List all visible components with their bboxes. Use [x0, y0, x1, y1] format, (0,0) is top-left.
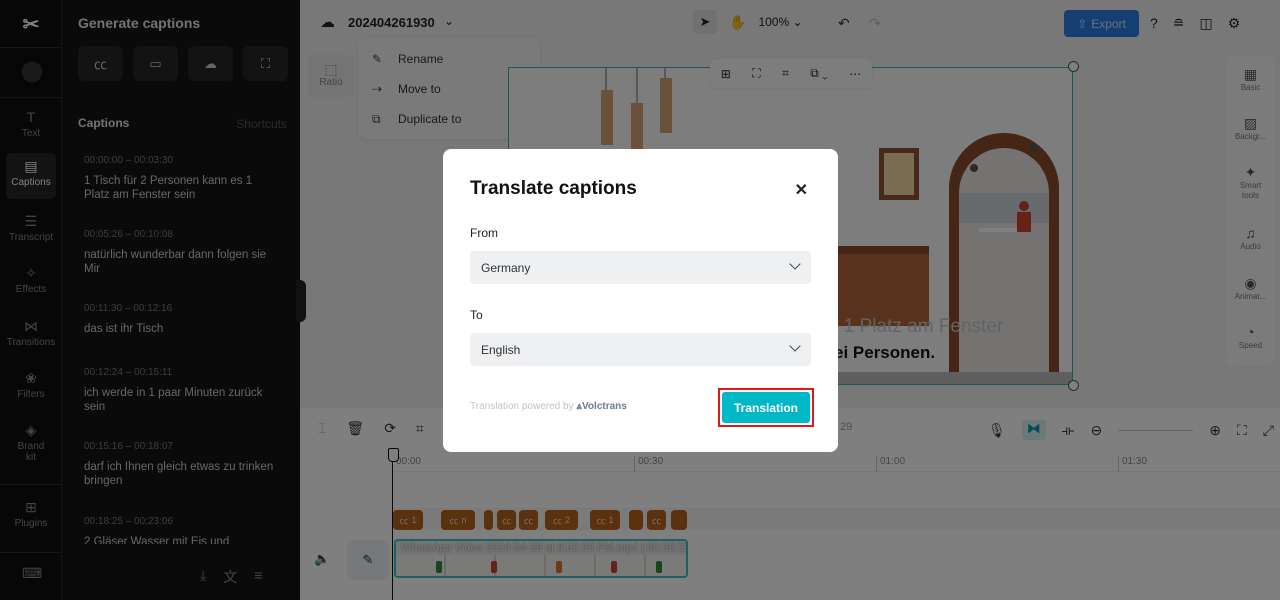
from-language-select[interactable]: Germany: [470, 251, 811, 284]
dialog-title: Translate captions: [470, 178, 637, 199]
powered-by: Translation powered by ⩓Volctrans: [470, 401, 627, 412]
app-window: ✂ T Text ▤ Captions ☰ Transcript ✧ Effec…: [0, 0, 1280, 600]
powered-brand: Volctrans: [582, 401, 627, 412]
highlight-box: Translation: [718, 388, 814, 427]
to-language-value: English: [481, 342, 521, 357]
from-label: From: [470, 226, 498, 240]
from-language-value: Germany: [481, 260, 531, 275]
close-icon[interactable]: ✕: [795, 180, 808, 200]
to-language-select[interactable]: English: [470, 333, 811, 366]
translate-captions-dialog: Translate captions ✕ From Germany To Eng…: [443, 149, 838, 452]
chevron-down-icon: [789, 340, 801, 352]
powered-by-text: Translation powered by: [470, 401, 574, 412]
translation-button[interactable]: Translation: [722, 392, 810, 423]
to-label: To: [470, 308, 483, 322]
chevron-down-icon: [789, 258, 801, 270]
